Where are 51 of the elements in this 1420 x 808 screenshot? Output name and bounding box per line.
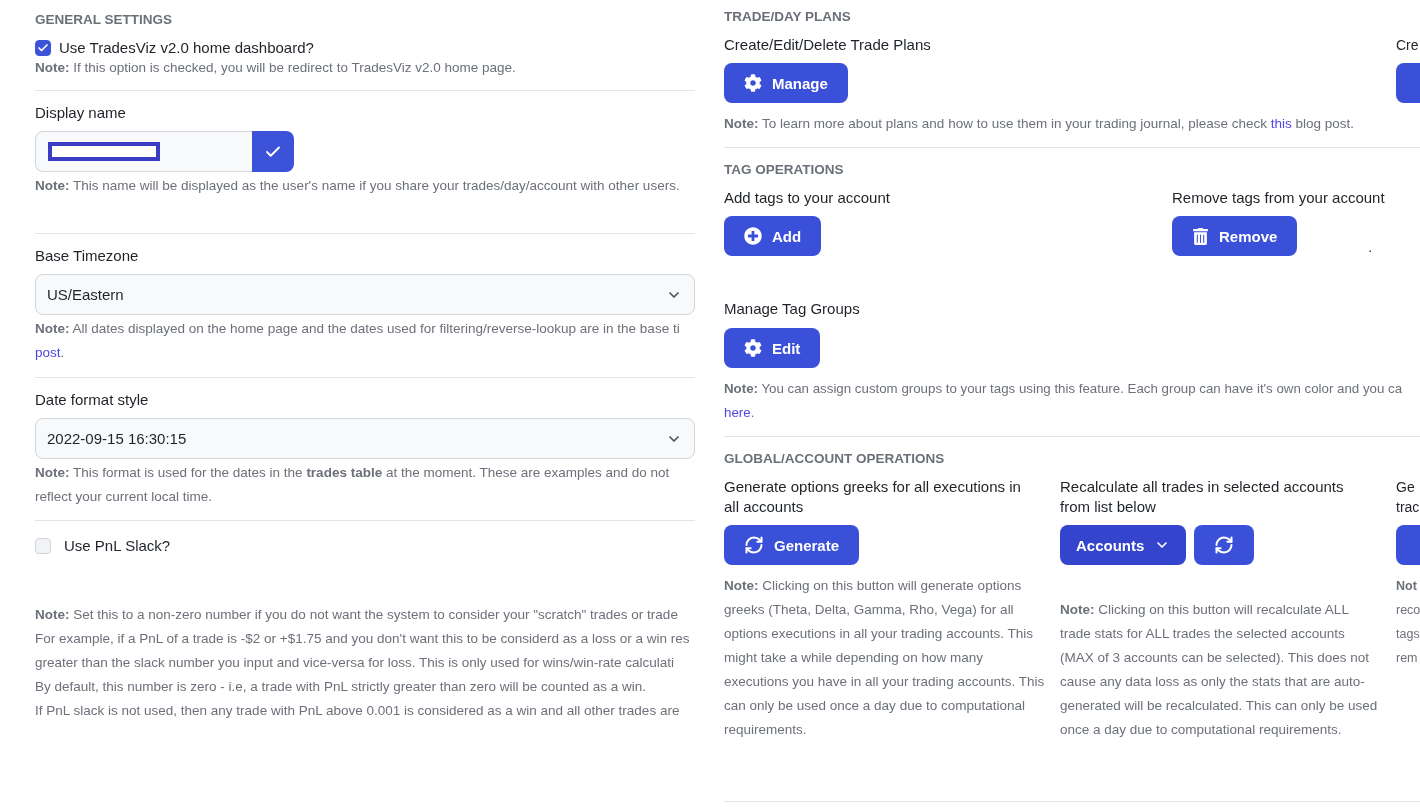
checkbox[interactable] (35, 40, 51, 56)
generate-button[interactable]: Generate (724, 525, 860, 565)
field-label: Add tags to your account (724, 188, 890, 208)
gear-icon (744, 74, 762, 92)
refresh-icon (1214, 535, 1235, 555)
field-label: Display name (35, 103, 126, 123)
option-label: Use PnL Slack? (64, 536, 171, 556)
note-text: Note: Clicking on this button will recalculate ALL trade stats for ALL trades the selected accounts (MAX of 3 accounts can be selected). This does not cause any data loss as only the stats that are auto-generated will be recalculated. This can only be used once a day due to computational requirements. (1060, 601, 1379, 739)
cropped-button[interactable] (1396, 525, 1420, 565)
field-label: Base Timezone (35, 246, 139, 266)
section-heading: TAG OPERATIONS (724, 161, 844, 179)
manage-button[interactable]: Manage (724, 63, 848, 103)
add-button[interactable]: Add (724, 216, 822, 256)
option-label: Use TradesViz v2.0 home dashboard? (59, 38, 314, 58)
edit-button[interactable]: Edit (724, 328, 821, 368)
section-heading: GENERAL SETTINGS (35, 11, 173, 29)
inline-link[interactable]: post (35, 345, 61, 360)
field-label: Remove tags from your account (1172, 188, 1385, 208)
refresh-button[interactable] (1194, 525, 1255, 565)
field-label: Ge trac (1396, 478, 1420, 517)
inline-link[interactable]: this (1270, 116, 1292, 131)
section-heading: GLOBAL/ACCOUNT OPERATIONS (724, 450, 945, 468)
trash-icon (1192, 227, 1209, 245)
field-label: Cre (1396, 36, 1420, 55)
period-text: . (1368, 240, 1373, 254)
field-label: Generate options greeks for all executions in all accounts (724, 477, 1022, 517)
select-field[interactable]: 2022-09-15 16:30:15 (35, 418, 695, 459)
note-text: Note: Clicking on this button will generate options greeks (Theta, Delta, Gamma, Rho, Vega) for all options executions in all your trading accounts. This might take a while depending on how many executions you have in all your trading accounts. This can only be used once a day due to computational requirements. (724, 577, 1046, 739)
note-text: Not reco tags rem (1396, 578, 1420, 667)
refresh-icon (744, 535, 764, 555)
note-text: Note: This name will be displayed as the user's name if you share your trades/day/account with other users. (35, 177, 680, 195)
field-label: Date format style (35, 390, 149, 410)
remove-button[interactable]: Remove (1172, 216, 1298, 256)
field-label: Recalculate all trades in selected accounts from list below (1060, 477, 1345, 517)
section-heading: TRADE/DAY PLANS (724, 8, 851, 26)
note-text: Note: If this option is checked, you will be redirect to TradesViz v2.0 home page. (35, 59, 516, 77)
field-label: Create/Edit/Delete Trade Plans (724, 35, 931, 55)
cropped-button[interactable] (1396, 63, 1420, 103)
note-text: Note: Set this to a non-zero number if you do not want the system to consider your "scratch" trades or trade For example, if a PnL of a trade is -$2 or +$1.75 and you don't want this to be considerd as a loss or a win res greater than the slack number you input and vice-versa for loss. This is only used for wins/win-rate calculati By default, this number is zero - i.e, a trade with PnL strictly greater than zero will be counted as a win. If PnL slack is not used, then any trade with PnL above 0.001 is considered as a win and all other trades are (35, 606, 690, 720)
note-text: Note: To learn more about plans and how to use them in your trading journal, please check this blog post. (724, 115, 1355, 133)
note-text: Note: All dates displayed on the home page and the dates used for filtering/reverse-lookup are in the base ti post. (35, 320, 680, 362)
text-field[interactable] (35, 131, 252, 172)
select-field[interactable]: US/Eastern (35, 274, 695, 315)
note-text: Note: This format is used for the dates in the trades table at the moment. These are examples and do not reflect your current local time. (35, 464, 671, 506)
accounts-dropdown[interactable]: Accounts (1060, 525, 1187, 565)
confirm-button[interactable] (252, 131, 294, 172)
gear-icon (744, 339, 762, 357)
field-label: Manage Tag Groups (724, 299, 860, 319)
inline-link[interactable]: here (724, 405, 751, 420)
note-text: Note: You can assign custom groups to your tags using this feature. Each group can have it's own color and you ca here. (724, 380, 1403, 422)
check-icon (37, 42, 49, 54)
